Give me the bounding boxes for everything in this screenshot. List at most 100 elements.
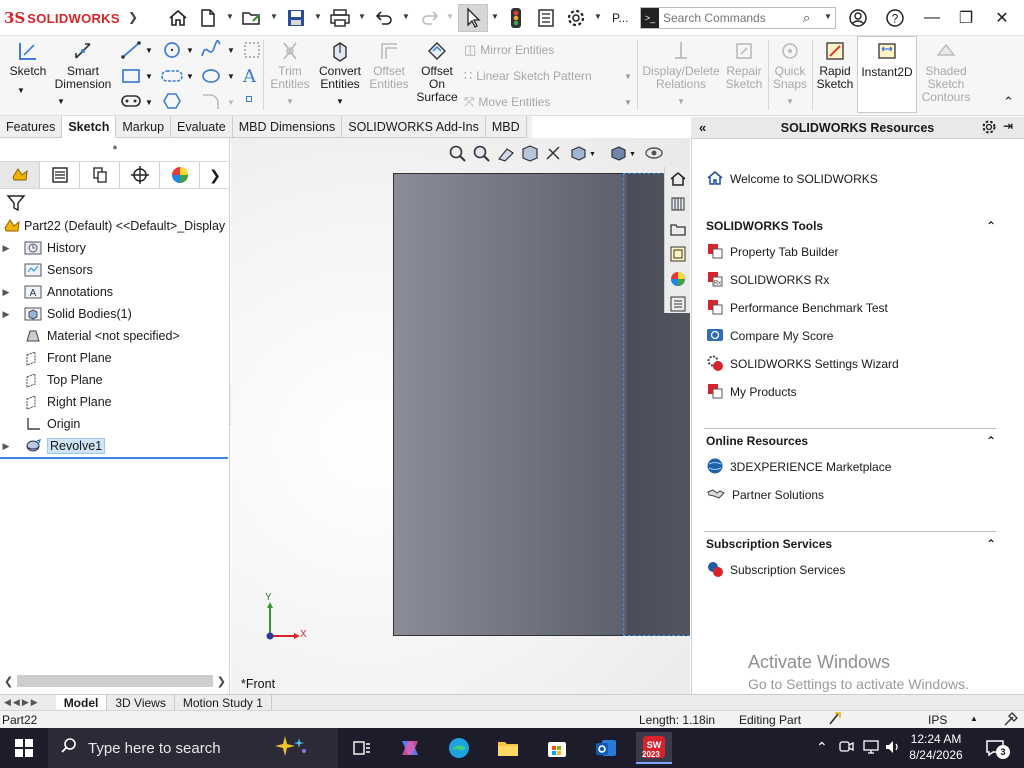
- section-view-icon[interactable]: [520, 144, 540, 165]
- print-icon[interactable]: [328, 6, 352, 30]
- help-icon[interactable]: ?: [883, 6, 907, 30]
- compare-my-score-link[interactable]: Compare My Score: [706, 325, 833, 347]
- restore-icon[interactable]: ❐: [956, 8, 976, 28]
- tree-node-solid-bodies[interactable]: ▶ Solid Bodies(1): [0, 303, 228, 325]
- tree-node-annotations[interactable]: ▶ A Annotations: [0, 281, 228, 303]
- tab-solidworks-add-ins[interactable]: SOLIDWORKS Add-Ins: [342, 116, 486, 138]
- tree-node-right-plane[interactable]: Right Plane: [0, 391, 228, 413]
- more-tabs-chevron-icon[interactable]: ❯: [200, 162, 230, 188]
- save-dropdown-icon[interactable]: ▼: [314, 12, 322, 21]
- collapse-pane-chevron-icon[interactable]: «: [699, 120, 706, 135]
- view-orientation-dropdown-icon[interactable]: ▼: [589, 151, 596, 158]
- move-dropdown-icon[interactable]: ▼: [624, 98, 632, 107]
- feature-tree-hscrollbar[interactable]: ❮ ❯: [4, 674, 226, 688]
- edge-browser-icon[interactable]: [441, 732, 477, 764]
- solidworks-tools-header[interactable]: SOLIDWORKS Tools ⌃: [706, 215, 996, 237]
- select-dropdown-icon[interactable]: ▼: [491, 12, 499, 21]
- windows-start-icon[interactable]: [14, 738, 34, 761]
- outlook-icon[interactable]: [588, 732, 624, 764]
- tree-node-history[interactable]: ▶ History: [0, 237, 228, 259]
- rectangle-tool-icon[interactable]: [120, 66, 142, 89]
- new-dropdown-icon[interactable]: ▼: [226, 12, 234, 21]
- panel-grip-icon[interactable]: ●: [0, 142, 230, 158]
- subscription-services-header[interactable]: Subscription Services ⌃: [706, 533, 996, 555]
- linear-sketch-pattern-button[interactable]: ∷ Linear Sketch Pattern: [464, 68, 592, 84]
- feature-manager-tab[interactable]: [0, 162, 40, 188]
- straight-slot-icon[interactable]: [120, 92, 142, 113]
- tab-evaluate[interactable]: Evaluate: [171, 116, 233, 138]
- resources-options-gear-icon[interactable]: [981, 119, 997, 138]
- expand-chevron-icon[interactable]: ▶: [0, 441, 12, 452]
- taskbar-search-box[interactable]: Type here to search: [48, 728, 338, 768]
- line-tool-icon[interactable]: [120, 40, 142, 63]
- circle-tool-icon[interactable]: [161, 40, 183, 63]
- design-library-icon[interactable]: [669, 195, 687, 216]
- file-properties-icon[interactable]: [534, 6, 558, 30]
- status-units[interactable]: IPS: [928, 713, 947, 727]
- resources-home-icon[interactable]: [669, 170, 687, 191]
- collapse-online-chevron-icon[interactable]: ⌃: [986, 434, 996, 448]
- search-icon[interactable]: ⌕: [803, 10, 810, 26]
- trim-entities-button[interactable]: Trim Entities ▼: [268, 38, 312, 108]
- rebuild-traffic-light-icon[interactable]: [504, 6, 528, 30]
- pin-pane-icon[interactable]: ⇥: [1003, 119, 1013, 133]
- home-icon[interactable]: [166, 6, 190, 30]
- point-tool-icon[interactable]: [246, 96, 252, 102]
- save-icon[interactable]: [284, 6, 308, 30]
- smart-dimension-button[interactable]: Smart Dimension ▼: [52, 38, 114, 108]
- property-manager-tab[interactable]: [40, 162, 80, 188]
- redo-icon[interactable]: [418, 6, 442, 30]
- options-gear-icon[interactable]: [564, 6, 588, 30]
- shaded-sketch-contours-button[interactable]: Shaded Sketch Contours: [918, 38, 974, 104]
- linear-pattern-dropdown-icon[interactable]: ▼: [624, 72, 632, 81]
- minimize-icon[interactable]: —: [922, 8, 942, 28]
- tab-sketch[interactable]: Sketch: [62, 116, 117, 138]
- copilot-app-icon[interactable]: [392, 732, 428, 764]
- offset-on-surface-button[interactable]: Offset On Surface: [414, 38, 460, 104]
- network-icon[interactable]: [862, 738, 880, 759]
- undo-icon[interactable]: [372, 6, 396, 30]
- performance-benchmark-link[interactable]: Performance Benchmark Test: [706, 297, 888, 319]
- dynamic-annotation-icon[interactable]: [544, 144, 564, 165]
- filter-icon[interactable]: [6, 193, 26, 213]
- collapse-tools-chevron-icon[interactable]: ⌃: [986, 219, 996, 233]
- offset-entities-button[interactable]: Offset Entities: [366, 38, 412, 91]
- meet-now-icon[interactable]: [838, 738, 854, 759]
- hide-show-items-icon[interactable]: [644, 144, 664, 165]
- open-dropdown-icon[interactable]: ▼: [270, 12, 278, 21]
- tree-node-material[interactable]: Material <not specified>: [0, 325, 228, 347]
- tab-motion-study-1[interactable]: Motion Study 1: [175, 694, 272, 711]
- slot-tool-icon[interactable]: [161, 66, 183, 89]
- ellipse-tool-icon[interactable]: [200, 66, 222, 89]
- text-tool-icon[interactable]: A: [243, 66, 256, 87]
- taskbar-clock[interactable]: 12:24 AM 8/24/2026: [904, 731, 968, 763]
- subscription-services-link[interactable]: Subscription Services: [706, 559, 845, 581]
- quick-snaps-button[interactable]: Quick Snaps ▼: [770, 38, 810, 108]
- open-folder-icon[interactable]: [240, 6, 264, 30]
- show-hidden-icons-chevron-icon[interactable]: ⌃: [816, 739, 828, 756]
- settings-wizard-link[interactable]: SOLIDWORKS Settings Wizard: [706, 353, 899, 375]
- tab-model[interactable]: Model: [55, 694, 108, 711]
- zoom-to-fit-icon[interactable]: [448, 144, 468, 165]
- tab-markup[interactable]: Markup: [116, 116, 172, 138]
- appearances-icon[interactable]: [669, 270, 687, 291]
- configuration-manager-tab[interactable]: [80, 162, 120, 188]
- notifications-icon[interactable]: 3: [984, 737, 1010, 759]
- search-dropdown-icon[interactable]: ▼: [824, 12, 832, 21]
- view-orientation-icon[interactable]: [568, 144, 588, 165]
- my-products-link[interactable]: My Products: [706, 381, 797, 403]
- print-dropdown-icon[interactable]: ▼: [358, 12, 366, 21]
- user-account-icon[interactable]: [846, 6, 870, 30]
- polygon-tool-icon[interactable]: [161, 92, 183, 113]
- instant2d-button[interactable]: Instant2D: [857, 36, 917, 113]
- tree-node-front-plane[interactable]: Front Plane: [0, 347, 228, 369]
- online-resources-header[interactable]: Online Resources ⌃: [706, 430, 996, 452]
- spline-tool-icon[interactable]: [200, 39, 222, 63]
- display-delete-relations-button[interactable]: Display/Delete Relations ▼: [640, 38, 722, 108]
- dimxpert-manager-tab[interactable]: [120, 162, 160, 188]
- scroll-right-icon[interactable]: ❯: [217, 675, 226, 688]
- search-commands-box[interactable]: >_ ⌕: [640, 7, 836, 29]
- solidworks-taskbar-icon[interactable]: SW 2023: [636, 732, 672, 764]
- scroll-left-icon[interactable]: ❮: [4, 675, 13, 688]
- fillet-tool-icon[interactable]: [200, 92, 222, 113]
